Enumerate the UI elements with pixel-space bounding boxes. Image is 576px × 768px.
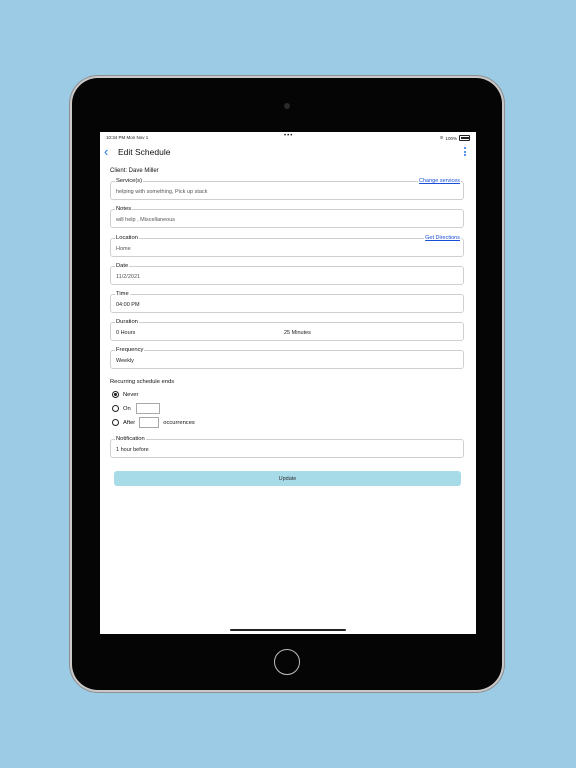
time-label: Time [115,291,130,298]
update-button[interactable]: Update [114,471,461,486]
on-date-input[interactable] [135,403,160,414]
on-label: On [123,405,131,412]
home-button[interactable] [274,649,300,675]
chevron-left-icon[interactable]: ‹ [104,144,108,159]
recurring-never-option[interactable]: Never [112,391,138,398]
occurrences-input[interactable] [139,417,160,428]
notification-field[interactable]: Notification 1 hour before [110,436,464,458]
services-value: helping with something, Pick up stack [116,189,208,195]
notes-value: will help , Miscellaneous [116,217,175,223]
duration-field[interactable]: Duration 0 Hours 25 Minutes [110,319,464,341]
get-directions-link[interactable]: Get Directions [424,235,461,241]
app-screen: 10:34 PM Mon Nov 1 ••• ≋ 100% ‹ Edit Sch… [100,132,476,634]
battery-percent: 100% [445,135,457,141]
services-label: Service(s) [115,178,144,185]
notes-label: Notes [115,206,133,213]
date-value: 11/2/2021 [116,274,141,280]
change-services-link[interactable]: Change services [418,178,461,184]
frequency-field[interactable]: Frequency Weekly [110,347,464,369]
never-radio[interactable] [112,391,119,398]
services-field[interactable]: Service(s) Change services helping with … [110,178,464,200]
on-radio[interactable] [112,405,119,412]
status-bar: 10:34 PM Mon Nov 1 ••• ≋ 100% [100,132,476,142]
notes-field[interactable]: Notes will help , Miscellaneous [110,206,464,228]
duration-minutes[interactable]: 25 Minutes [284,330,311,336]
page-title: Edit Schedule [118,147,171,157]
occurrences-label: occurrences [163,419,195,426]
date-label: Date [115,263,130,270]
recurring-after-option[interactable]: After occurrences [112,417,195,428]
recurring-on-option[interactable]: On [112,403,160,414]
battery-icon [459,135,470,141]
after-label: After [123,419,136,426]
date-field[interactable]: Date 11/2/2021 [110,263,464,285]
time-value: 04:00 PM [116,302,140,308]
more-vertical-icon[interactable] [464,147,467,156]
time-field[interactable]: Time 04:00 PM [110,291,464,313]
after-radio[interactable] [112,419,119,426]
location-label: Location [115,235,139,242]
duration-label: Duration [115,319,139,326]
client-name: Client: Dave Miller [110,168,159,174]
location-value: Home [116,246,131,252]
front-camera [284,103,290,109]
home-indicator [230,629,346,631]
duration-hours[interactable]: 0 Hours [116,330,135,336]
location-field[interactable]: Location Get Directions Home [110,235,464,257]
notification-value: 1 hour before [116,447,149,453]
recurring-ends-label: Recurring schedule ends [110,379,175,385]
notification-label: Notification [115,436,146,443]
status-time: 10:34 PM Mon Nov 1 [106,135,149,140]
wifi-icon: ≋ [439,135,444,140]
multitasking-dots-icon: ••• [284,133,294,139]
frequency-value: Weekly [116,358,134,364]
frequency-label: Frequency [115,347,145,354]
status-right: ≋ 100% [440,135,470,141]
navigation-bar: ‹ Edit Schedule [100,142,476,164]
never-label: Never [123,391,139,398]
